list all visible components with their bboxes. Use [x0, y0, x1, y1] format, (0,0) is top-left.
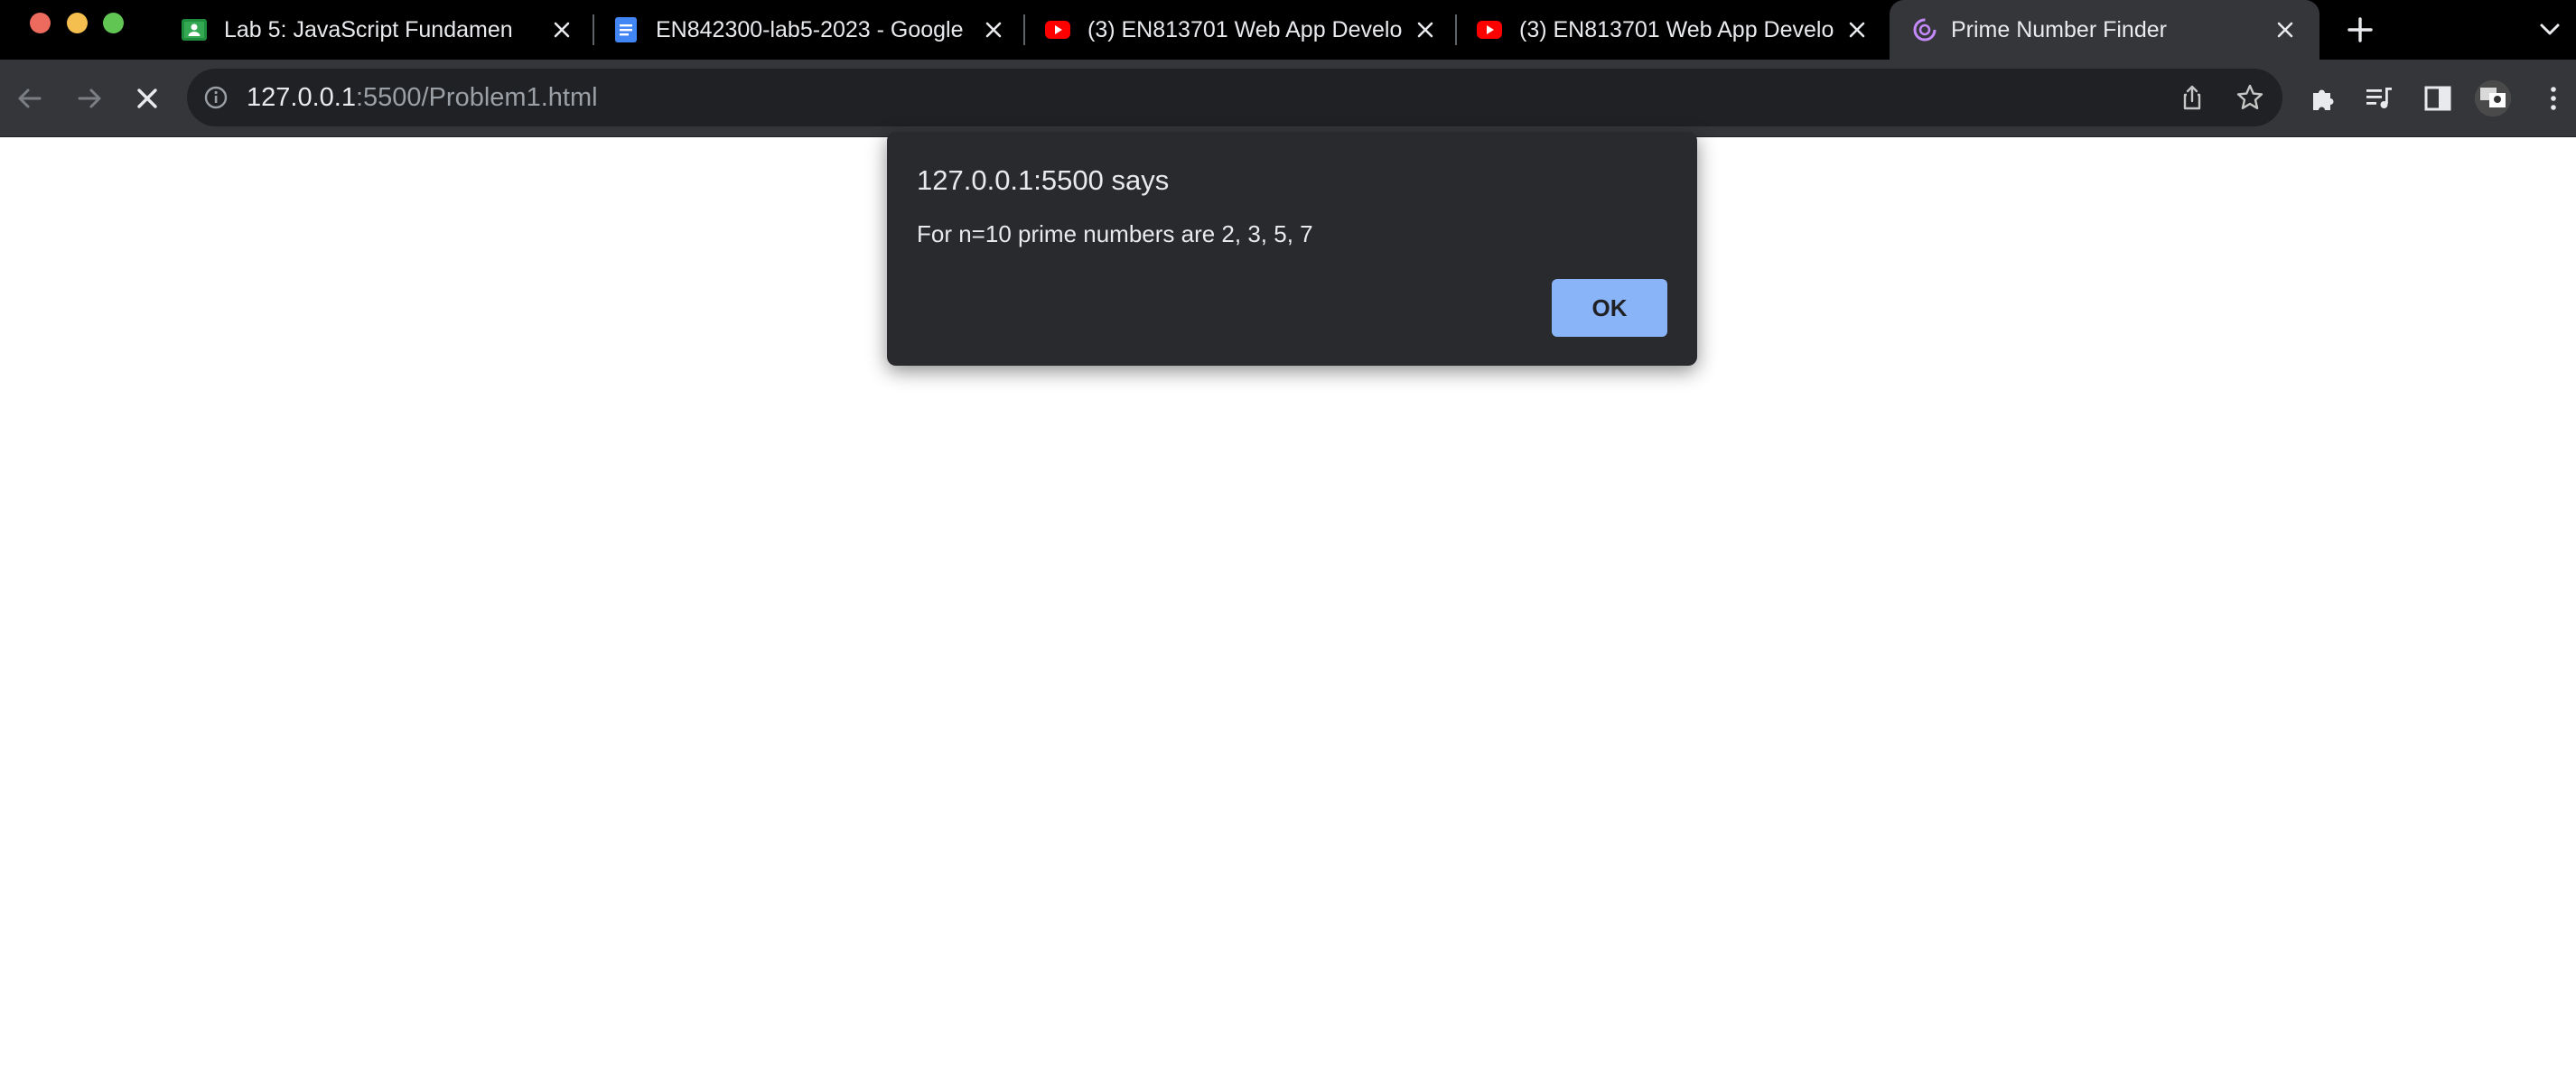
- tab-title: (3) EN813701 Web App Develo: [1087, 17, 1403, 42]
- loading-spinner-icon: [1913, 18, 1937, 42]
- close-icon[interactable]: [1414, 19, 1436, 41]
- new-tab-button[interactable]: [2346, 15, 2375, 44]
- window-minimize-button[interactable]: [67, 13, 88, 33]
- tab-title: Prime Number Finder: [1951, 17, 2167, 42]
- forward-arrow-icon[interactable]: [74, 83, 105, 114]
- close-icon[interactable]: [551, 19, 573, 41]
- close-icon[interactable]: [1846, 19, 1868, 41]
- more-vertical-icon[interactable]: [2538, 83, 2569, 114]
- google-classroom-icon: [182, 19, 207, 41]
- url-path: :5500/Problem1.html: [355, 83, 598, 112]
- youtube-icon: [1477, 21, 1502, 39]
- window-close-button[interactable]: [30, 13, 51, 33]
- chevron-down-icon[interactable]: [2538, 18, 2562, 42]
- close-icon[interactable]: [983, 19, 1004, 41]
- site-info-icon[interactable]: [203, 85, 229, 110]
- tab-strip: Lab 5: JavaScript Fundamental EN842300-l…: [0, 0, 2576, 60]
- tab-prime-number-finder[interactable]: Prime Number Finder: [1890, 0, 2319, 60]
- tab-google-doc[interactable]: EN842300-lab5-2023 - Google: [583, 0, 1015, 60]
- side-panel-icon[interactable]: [2422, 83, 2453, 114]
- tab-lab5-classroom[interactable]: Lab 5: JavaScript Fundamental: [152, 0, 593, 60]
- tab-youtube-2[interactable]: (3) EN813701 Web App Develo: [1447, 0, 1879, 60]
- profile-avatar[interactable]: [2475, 80, 2511, 116]
- google-docs-icon: [615, 17, 637, 42]
- youtube-icon: [1045, 21, 1070, 39]
- dialog-title: 127.0.0.1:5500 says: [917, 164, 1170, 196]
- alert-dialog: 127.0.0.1:5500 says For n=10 prime numbe…: [887, 132, 1697, 366]
- address-bar[interactable]: 127.0.0.1:5500/Problem1.html: [187, 69, 2282, 126]
- url-text[interactable]: 127.0.0.1:5500/Problem1.html: [247, 82, 598, 113]
- tab-title: (3) EN813701 Web App Develo: [1519, 17, 1834, 42]
- extensions-puzzle-icon[interactable]: [2308, 83, 2338, 114]
- close-icon[interactable]: [2274, 19, 2296, 41]
- bookmark-star-icon[interactable]: [2235, 83, 2264, 112]
- tab-title: EN842300-lab5-2023 - Google: [656, 17, 964, 42]
- media-queue-icon[interactable]: [2364, 83, 2394, 114]
- stop-loading-icon[interactable]: [132, 83, 163, 114]
- tab-youtube-1[interactable]: (3) EN813701 Web App Develo: [1015, 0, 1447, 60]
- window-maximize-button[interactable]: [103, 13, 124, 33]
- browser-toolbar: 127.0.0.1:5500/Problem1.html: [0, 60, 2576, 137]
- url-host: 127.0.0.1: [247, 83, 356, 112]
- back-arrow-icon[interactable]: [14, 83, 45, 114]
- ok-button[interactable]: OK: [1552, 279, 1667, 337]
- dialog-message: For n=10 prime numbers are 2, 3, 5, 7: [917, 220, 1313, 247]
- tab-title: Lab 5: JavaScript Fundamental: [224, 17, 513, 42]
- profile-avatar-icon: [2475, 80, 2511, 116]
- share-icon[interactable]: [2178, 83, 2207, 112]
